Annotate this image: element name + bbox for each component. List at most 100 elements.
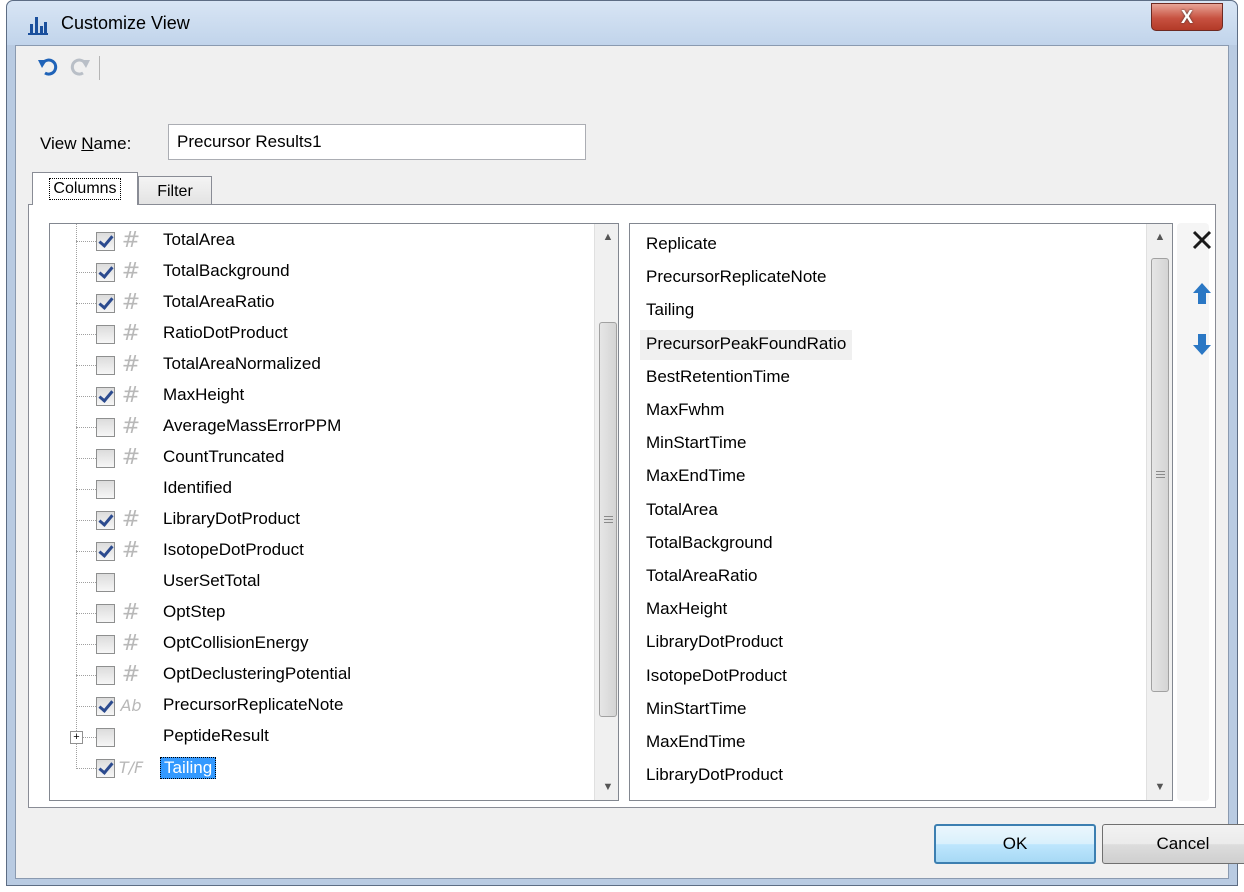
tree-item-checkbox[interactable] [96,325,115,344]
boolean-type-icon: T/F [118,758,144,777]
number-type-icon: # [121,414,141,439]
list-scroll-thumb[interactable] [1151,258,1169,692]
tree-connector [76,303,96,304]
number-type-icon: # [121,445,141,470]
list-item[interactable]: PrecursorReplicateNote [640,263,832,293]
tree-item-checkbox[interactable] [96,697,115,716]
undo-icon [38,58,58,76]
tree-item[interactable]: # RatioDotProduct [50,319,598,350]
tree-connector [76,551,96,552]
list-item[interactable]: LibraryDotProduct [640,628,789,658]
tree-item[interactable]: # OptStep [50,598,598,629]
list-item[interactable]: PrecursorPeakFoundRatio [640,329,853,360]
tree-item-checkbox[interactable] [96,294,115,313]
scroll-up-arrow-icon[interactable]: ▲ [1147,224,1172,250]
tree-item-checkbox[interactable] [96,511,115,530]
list-item[interactable]: Replicate [640,230,723,260]
number-type-icon: # [121,383,141,408]
number-type-icon: # [121,507,141,532]
list-item[interactable]: MinStartTime [640,429,752,459]
tree-item-checkbox[interactable] [96,573,115,592]
tree-item[interactable]: # AverageMassErrorPPM [50,412,598,443]
dialog-client-area: View Name: Columns Filter # TotalArea # Tot… [15,45,1244,879]
list-item[interactable]: TotalBackground [640,529,779,559]
app-chart-icon [27,15,49,35]
scroll-down-arrow-icon[interactable]: ▼ [1147,774,1172,800]
tree-item[interactable]: # TotalAreaRatio [50,288,598,319]
scroll-up-arrow-icon[interactable]: ▲ [595,224,618,250]
list-item[interactable]: LibraryDotProduct [640,761,789,791]
list-item[interactable]: IsotopeDotProduct [640,662,793,692]
list-item[interactable]: TotalAreaRatio [640,562,764,592]
tree-item-checkbox[interactable] [96,666,115,685]
tree-item-label: PeptideResult [163,726,269,745]
tree-item-checkbox[interactable] [96,356,115,375]
tree-item-checkbox[interactable] [96,387,115,406]
list-scrollbar[interactable]: ▲ ▼ [1146,224,1172,800]
tree-item[interactable]: UserSetTotal [50,567,598,598]
redo-icon [70,58,90,76]
tree-item[interactable]: Identified [50,474,598,505]
available-columns-tree[interactable]: # TotalArea # TotalBackground # TotalAreaRati… [49,223,619,801]
tree-item-checkbox[interactable] [96,480,115,499]
tree-item-checkbox[interactable] [96,542,115,561]
tree-item[interactable]: # TotalBackground [50,257,598,288]
tree-item-checkbox[interactable] [96,449,115,468]
remove-column-button[interactable] [1187,225,1217,255]
tree-scroll-thumb[interactable] [599,322,617,717]
tree-item[interactable]: # MaxHeight [50,381,598,412]
list-item[interactable]: MaxEndTime [640,462,752,492]
cancel-button[interactable]: Cancel [1102,824,1244,864]
tree-item-checkbox[interactable] [96,418,115,437]
tree-item-label: AverageMassErrorPPM [163,416,342,435]
tree-item-checkbox[interactable] [96,759,115,778]
tree-item[interactable]: Ab PrecursorReplicateNote [50,691,598,722]
list-item[interactable]: Tailing [640,296,700,326]
list-item[interactable]: TotalArea [640,496,724,526]
list-item[interactable]: MaxHeight [640,595,733,625]
close-button[interactable]: X [1151,3,1223,31]
tree-item-checkbox[interactable] [96,263,115,282]
text-type-icon: Ab [120,696,142,715]
title-bar[interactable]: Customize View X [7,1,1237,45]
tree-item[interactable]: # LibraryDotProduct [50,505,598,536]
tree-item[interactable]: # IsotopeDotProduct [50,536,598,567]
tree-item-label: MaxHeight [163,385,245,404]
scroll-down-arrow-icon[interactable]: ▼ [595,774,618,800]
move-down-button[interactable] [1187,329,1217,359]
tree-item[interactable]: # OptCollisionEnergy [50,629,598,660]
tree-item-checkbox[interactable] [96,635,115,654]
tree-scrollbar[interactable]: ▲ ▼ [594,224,618,800]
ok-button[interactable]: OK [934,824,1096,864]
tree-item[interactable]: # CountTruncated [50,443,598,474]
redo-button[interactable] [68,54,92,78]
list-item[interactable]: MinStartTime [640,695,752,725]
expand-plus-icon[interactable]: + [70,731,83,744]
tree-item-checkbox[interactable] [96,232,115,251]
undo-button[interactable] [36,54,60,78]
list-item[interactable]: MaxFwhm [640,396,730,426]
tree-item[interactable]: + PeptideResult [50,722,598,753]
selected-columns-list[interactable]: Replicate PrecursorReplicateNote Tailing Pr… [629,223,1173,801]
number-type-icon: # [121,321,141,346]
tree-item-label: PrecursorReplicateNote [163,695,344,714]
tab-filter[interactable]: Filter [138,176,212,206]
tree-item-label: IsotopeDotProduct [163,540,304,559]
tree-item-checkbox[interactable] [96,728,115,747]
tree-item-label: CountTruncated [163,447,285,466]
list-item[interactable]: MaxEndTime [640,728,752,758]
toolbar-separator [99,56,100,80]
list-item[interactable]: BestRetentionTime [640,363,796,393]
tree-item[interactable]: # TotalAreaNormalized [50,350,598,381]
tree-item-checkbox[interactable] [96,604,115,623]
tree-item[interactable]: # OptDeclusteringPotential [50,660,598,691]
move-up-button[interactable] [1187,279,1217,309]
tree-connector [76,706,96,707]
number-type-icon: # [121,352,141,377]
tree-item[interactable]: T/F Tailing [50,753,598,784]
tree-item[interactable]: # TotalArea [50,226,598,257]
number-type-icon: # [121,290,141,315]
tab-columns[interactable]: Columns [32,172,138,205]
view-name-input[interactable] [168,124,586,160]
tree-connector [76,520,96,521]
